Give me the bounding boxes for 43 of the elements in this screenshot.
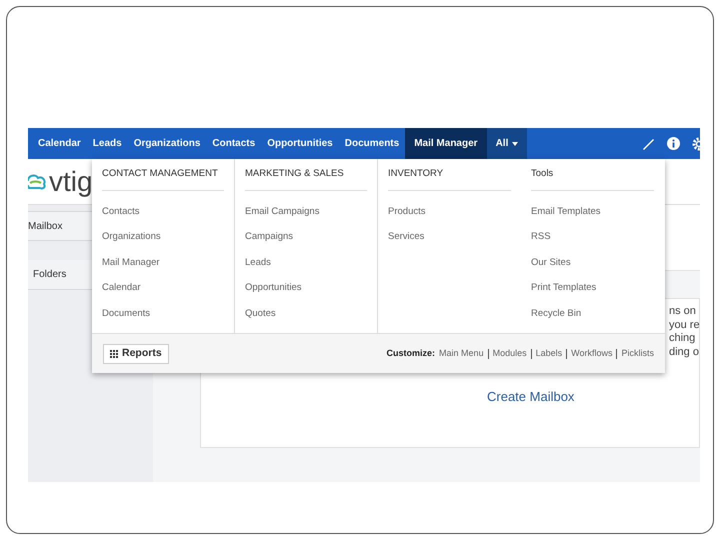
cloud-logo-icon xyxy=(28,172,48,192)
customize-link[interactable]: Main Menu xyxy=(439,346,484,360)
menu-item[interactable]: Opportunities xyxy=(245,276,367,301)
menu-item[interactable]: Print Templates xyxy=(531,276,654,301)
menu-item[interactable]: RSS xyxy=(531,224,654,250)
menu-item[interactable]: Our Sites xyxy=(531,250,654,276)
customize-link[interactable]: Picklists xyxy=(621,346,654,360)
menu-item[interactable]: Products xyxy=(388,199,511,224)
nav-tab[interactable]: Organizations xyxy=(128,128,206,159)
menu-item[interactable]: Leads xyxy=(245,250,367,276)
menu-item[interactable]: Email Campaigns xyxy=(245,199,367,224)
body-text-fragment: ding o xyxy=(669,346,700,359)
customize-link[interactable]: Workflows xyxy=(571,346,612,360)
menu-item[interactable]: Email Templates xyxy=(531,199,654,224)
menu-section-heading: INVENTORY xyxy=(388,159,511,191)
body-text-fragment: ns on xyxy=(669,305,697,318)
reports-button[interactable]: Reports xyxy=(103,344,169,364)
customize-label: Customize: xyxy=(386,346,436,360)
nav-tab[interactable]: Calendar xyxy=(32,128,87,159)
body-text-fragment: ching xyxy=(669,332,696,346)
body-text-fragment: you re xyxy=(669,318,700,332)
grid-icon xyxy=(110,350,118,358)
menu-item[interactable]: Recycle Bin xyxy=(531,301,654,326)
nav-tab[interactable]: All xyxy=(486,128,528,159)
nav-tab[interactable]: Leads xyxy=(86,128,128,159)
logo-text: vtig xyxy=(49,168,93,196)
menu-section-heading: Tools xyxy=(531,159,654,191)
menu-item[interactable]: Documents xyxy=(102,301,224,326)
menu-section-heading: MARKETING & SALES xyxy=(245,159,367,191)
nav-tab[interactable]: Documents xyxy=(338,128,406,159)
caret-icon xyxy=(512,142,518,146)
info-icon[interactable] xyxy=(667,137,680,150)
menu-item[interactable]: Campaigns xyxy=(245,224,367,250)
settings-icon[interactable] xyxy=(692,136,700,150)
nav-tab[interactable]: Contacts xyxy=(206,128,262,159)
menu-item[interactable]: Services xyxy=(388,224,511,250)
menu-item[interactable]: Quotes xyxy=(245,301,367,326)
menu-section-heading: CONTACT MANAGEMENT xyxy=(102,159,224,191)
nav-tab[interactable]: Mail Manager xyxy=(405,128,487,159)
nav-tab[interactable]: Opportunities xyxy=(261,128,339,159)
create-mailbox-link[interactable]: Create Mailbox xyxy=(487,387,574,406)
customize-link[interactable]: Labels xyxy=(536,346,562,360)
customize-link[interactable]: Modules xyxy=(492,346,527,360)
